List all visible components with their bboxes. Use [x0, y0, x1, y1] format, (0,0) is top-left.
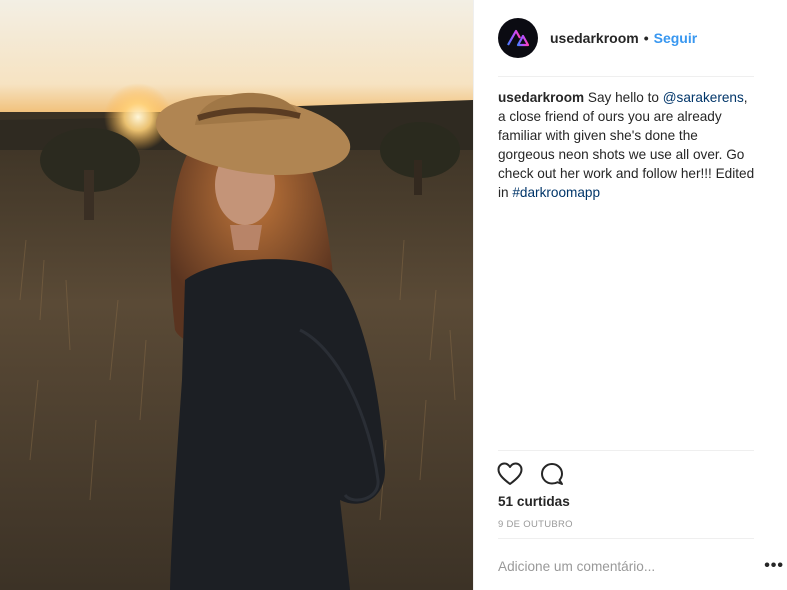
follow-button[interactable]: Seguir [654, 30, 698, 46]
post-caption: usedarkroom Say hello to @sarakerens, a … [498, 88, 758, 202]
caption-author[interactable]: usedarkroom [498, 90, 584, 105]
comment-icon [541, 463, 563, 485]
divider [498, 76, 754, 77]
comment-input[interactable] [498, 558, 718, 574]
caption-text-start: Say hello to [587, 90, 663, 105]
header-text: usedarkroom • Seguir [550, 30, 697, 46]
divider [498, 538, 754, 539]
divider [498, 450, 754, 451]
likes-count[interactable]: 51 curtidas [498, 494, 570, 509]
more-options-icon[interactable]: ••• [764, 557, 784, 575]
post-side-panel: usedarkroom • Seguir usedarkroom Say hel… [473, 0, 787, 590]
photo-woman-in-field [0, 0, 473, 590]
caption-text-end: , a close friend of ours you are already… [498, 90, 755, 200]
darkroom-logo-icon [507, 29, 530, 47]
comment-row: ••• [498, 553, 784, 579]
action-bar [496, 460, 566, 488]
heart-icon [497, 462, 523, 485]
post-photo[interactable] [0, 0, 473, 590]
caption-mention-link[interactable]: @sarakerens [663, 90, 744, 105]
caption-hashtag-link[interactable]: #darkroomapp [512, 185, 600, 200]
post-date[interactable]: 9 DE OUTUBRO [498, 519, 573, 530]
post-header: usedarkroom • Seguir [498, 16, 754, 60]
comment-button[interactable] [538, 460, 566, 488]
separator-dot: • [643, 30, 649, 46]
author-username[interactable]: usedarkroom [550, 30, 639, 46]
like-button[interactable] [496, 460, 524, 488]
avatar[interactable] [498, 18, 538, 58]
